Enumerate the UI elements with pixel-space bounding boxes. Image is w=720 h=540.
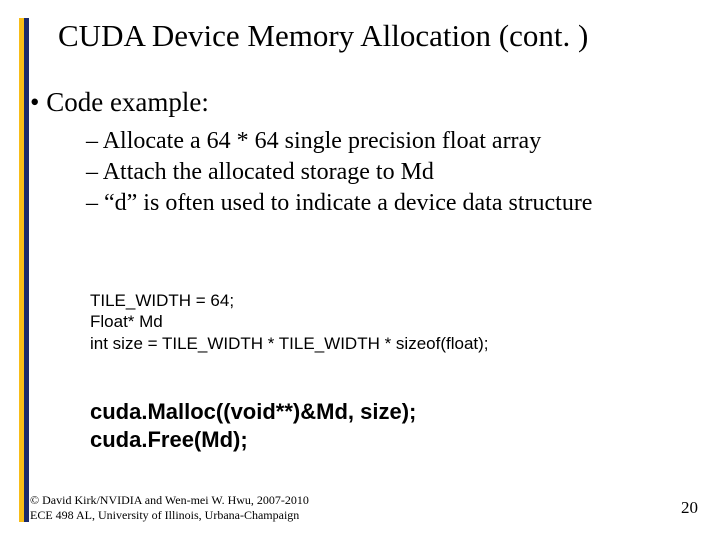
copyright-footer: © David Kirk/NVIDIA and Wen-mei W. Hwu, …: [30, 493, 309, 522]
code-line: Float* Md: [90, 311, 489, 332]
code-line: TILE_WIDTH = 64;: [90, 290, 489, 311]
slide-body: Code example: Allocate a 64 * 64 single …: [30, 86, 700, 219]
slide-title: CUDA Device Memory Allocation (cont. ): [58, 18, 700, 54]
footer-line: © David Kirk/NVIDIA and Wen-mei W. Hwu, …: [30, 493, 309, 507]
code-snippet-small: TILE_WIDTH = 64; Float* Md int size = TI…: [90, 290, 489, 354]
sub-bullet-list: Allocate a 64 * 64 single precision floa…: [86, 126, 700, 220]
footer-line: ECE 498 AL, University of Illinois, Urba…: [30, 508, 309, 522]
code-line: cuda.Malloc((void**)&Md, size);: [90, 398, 416, 426]
sub-bullet-text: “d” is often used to indicate a device d…: [104, 190, 592, 216]
sub-bullet: “d” is often used to indicate a device d…: [86, 188, 700, 219]
bullet-main: Code example:: [30, 86, 700, 120]
sub-bullet: Attach the allocated storage to Md: [86, 157, 700, 188]
bullet-main-text: Code example:: [46, 87, 209, 117]
code-line: int size = TILE_WIDTH * TILE_WIDTH * siz…: [90, 333, 489, 354]
accent-navy: [24, 18, 29, 522]
code-snippet-bold: cuda.Malloc((void**)&Md, size); cuda.Fre…: [90, 398, 416, 453]
sub-bullet: Allocate a 64 * 64 single precision floa…: [86, 126, 700, 157]
slide: CUDA Device Memory Allocation (cont. ) C…: [0, 0, 720, 540]
accent-bar: [19, 18, 29, 522]
sub-bullet-text: Attach the allocated storage to Md: [103, 159, 434, 185]
page-number: 20: [681, 498, 698, 518]
code-line: cuda.Free(Md);: [90, 426, 416, 454]
sub-bullet-text: Allocate a 64 * 64 single precision floa…: [103, 128, 542, 154]
